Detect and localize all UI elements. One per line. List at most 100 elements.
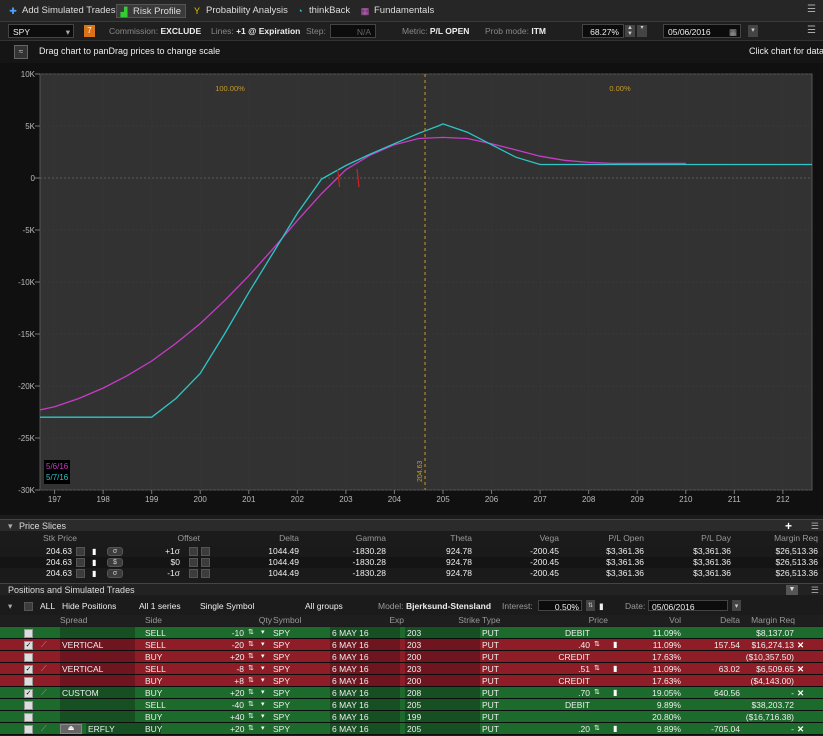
qty-stepper-icon[interactable]: ⇅: [248, 663, 256, 674]
risk-profile-chart[interactable]: 10K 5K 0 -5K -10K -15K -20K -25K -30K 197 198 199 2…: [0, 63, 823, 515]
interest-field[interactable]: 0.50%: [538, 600, 582, 611]
positions-date-dropdown[interactable]: ▾: [732, 600, 741, 611]
prob-percent-dropdown[interactable]: ▾: [637, 25, 647, 37]
stk-price-stepper[interactable]: [76, 558, 85, 567]
position-row[interactable]: BUY +8 ⇅ ▾ SPY 6 MAY 16 200 PUT CREDIT 1…: [0, 675, 823, 687]
position-row[interactable]: ✓ ⟋ VERTICAL SELL -20 ⇅ ▾ SPY 6 MAY 16 2…: [0, 639, 823, 651]
type-value[interactable]: PUT: [482, 675, 537, 686]
price-value[interactable]: CREDIT: [540, 675, 590, 686]
price-stepper-icon[interactable]: ⇅: [594, 639, 600, 650]
qty-dropdown-icon[interactable]: ▾: [261, 699, 269, 710]
price-value[interactable]: DEBIT: [540, 627, 590, 638]
select-all-checkbox[interactable]: [24, 602, 33, 611]
exp-value[interactable]: 6 MAY 16: [330, 651, 400, 662]
offset-stepper[interactable]: [189, 569, 198, 578]
qty-stepper-icon[interactable]: ⇅: [248, 651, 256, 662]
spread-value[interactable]: VERTICAL: [60, 663, 135, 674]
type-value[interactable]: PUT: [482, 663, 537, 674]
strike-value[interactable]: 205: [405, 699, 480, 710]
add-slice-icon[interactable]: +: [785, 520, 792, 532]
price-value[interactable]: .20: [540, 723, 590, 734]
side-value[interactable]: BUY: [145, 687, 200, 698]
qty-stepper-icon[interactable]: ⇅: [248, 675, 256, 686]
prob-percent-field[interactable]: 68.27%: [582, 24, 624, 38]
spread-value[interactable]: VERTICAL: [60, 639, 135, 650]
stk-price-stepper[interactable]: [76, 569, 85, 578]
interest-stepper[interactable]: ⇅: [586, 600, 595, 611]
strike-value[interactable]: 203: [405, 663, 480, 674]
qty-stepper-icon[interactable]: ⇅: [248, 627, 256, 638]
remove-row-icon[interactable]: ✕: [797, 663, 807, 674]
tab-probability-analysis[interactable]: Y Probability Analysis: [190, 4, 292, 18]
lock-icon[interactable]: ▮: [92, 568, 96, 579]
remove-row-icon[interactable]: ✕: [797, 639, 807, 650]
price-slice-row[interactable]: 204.63 ▮ $ $0 1044.49 -1830.28 924.78 -2…: [0, 557, 823, 568]
remove-row-icon[interactable]: [797, 627, 807, 638]
price-value[interactable]: .70: [540, 687, 590, 698]
price-lock-icon[interactable]: ▮: [613, 687, 617, 698]
offset-mode-toggle[interactable]: $: [107, 558, 123, 567]
exp-value[interactable]: 6 MAY 16: [330, 639, 400, 650]
qty-stepper-icon[interactable]: ⇅: [248, 711, 256, 722]
side-value[interactable]: SELL: [145, 639, 200, 650]
price-slice-row[interactable]: 204.63 ▮ σ -1σ 1044.49 -1830.28 924.78 -…: [0, 568, 823, 579]
price-lock-icon[interactable]: ▮: [613, 663, 617, 674]
type-value[interactable]: PUT: [482, 627, 537, 638]
position-row[interactable]: ✓ ⟋ CUSTOM BUY +20 ⇅ ▾ SPY 6 MAY 16 208 …: [0, 687, 823, 699]
price-lock-icon[interactable]: ▮: [613, 723, 617, 734]
symbol-select[interactable]: SPY ▾: [8, 24, 74, 38]
menu-icon[interactable]: ☰: [807, 4, 819, 16]
metric-setting[interactable]: Metric: P/L OPEN: [402, 25, 469, 38]
exp-value[interactable]: 6 MAY 16: [330, 711, 400, 722]
positions-menu-icon[interactable]: ☰: [811, 584, 819, 596]
offset-value[interactable]: +1σ: [150, 546, 180, 557]
groups-select[interactable]: All groups: [305, 600, 343, 611]
side-value[interactable]: SELL: [145, 627, 200, 638]
qty-dropdown-icon[interactable]: ▾: [261, 663, 269, 674]
position-row[interactable]: ⟋ ⏏ ERFLY BUY +20 ⇅ ▾ SPY 6 MAY 16 205 P…: [0, 723, 823, 735]
spread-value[interactable]: [60, 699, 135, 710]
offset-stepper[interactable]: [189, 547, 198, 556]
strike-value[interactable]: 205: [405, 723, 480, 734]
interest-lock-icon[interactable]: ▮: [599, 600, 604, 611]
spread-value[interactable]: [60, 711, 135, 722]
spread-value[interactable]: [60, 651, 135, 662]
tab-risk-profile[interactable]: ▟ Risk Profile: [116, 4, 187, 18]
price-stepper-icon[interactable]: ⇅: [594, 663, 600, 674]
offset-dropdown[interactable]: [201, 558, 210, 567]
type-value[interactable]: PUT: [482, 651, 537, 662]
row-select-checkbox[interactable]: [24, 725, 33, 734]
position-row[interactable]: SELL -10 ⇅ ▾ SPY 6 MAY 16 203 PUT DEBIT …: [0, 627, 823, 639]
spread-value[interactable]: [60, 675, 135, 686]
qty-stepper-icon[interactable]: ⇅: [248, 639, 256, 650]
date-dropdown[interactable]: ▾: [748, 25, 758, 37]
type-value[interactable]: PUT: [482, 639, 537, 650]
position-row[interactable]: SELL -40 ⇅ ▾ SPY 6 MAY 16 205 PUT DEBIT …: [0, 699, 823, 711]
exp-value[interactable]: 6 MAY 16: [330, 699, 400, 710]
exp-value[interactable]: 6 MAY 16: [330, 675, 400, 686]
strike-value[interactable]: 200: [405, 675, 480, 686]
type-value[interactable]: PUT: [482, 711, 537, 722]
price-value[interactable]: .51: [540, 663, 590, 674]
stk-price[interactable]: 204.63: [30, 557, 72, 568]
prob-mode-setting[interactable]: Prob mode: ITM: [485, 25, 546, 38]
remove-row-icon[interactable]: [797, 675, 807, 686]
tab-fundamentals[interactable]: ▦ Fundamentals: [358, 4, 438, 18]
price-stepper-icon[interactable]: ⇅: [594, 687, 600, 698]
row-select-checkbox[interactable]: [24, 713, 33, 722]
offset-value[interactable]: -1σ: [150, 568, 180, 579]
price-slice-row[interactable]: 204.63 ▮ σ +1σ 1044.49 -1830.28 924.78 -…: [0, 546, 823, 557]
series-select[interactable]: All 1 series: [139, 600, 181, 611]
qty-stepper-icon[interactable]: ⇅: [248, 687, 256, 698]
strike-value[interactable]: 203: [405, 639, 480, 650]
row-select-checkbox[interactable]: ✓: [24, 641, 33, 650]
offset-dropdown[interactable]: [201, 547, 210, 556]
symbol-mode-select[interactable]: Single Symbol: [200, 600, 254, 611]
price-value[interactable]: CREDIT: [540, 651, 590, 662]
tab-thinkback[interactable]: ◔ thinkBack: [293, 4, 354, 18]
expand-icon[interactable]: ⏏: [60, 724, 82, 734]
exp-value[interactable]: 6 MAY 16: [330, 723, 400, 734]
side-value[interactable]: SELL: [145, 663, 200, 674]
type-value[interactable]: PUT: [482, 699, 537, 710]
side-value[interactable]: SELL: [145, 699, 200, 710]
